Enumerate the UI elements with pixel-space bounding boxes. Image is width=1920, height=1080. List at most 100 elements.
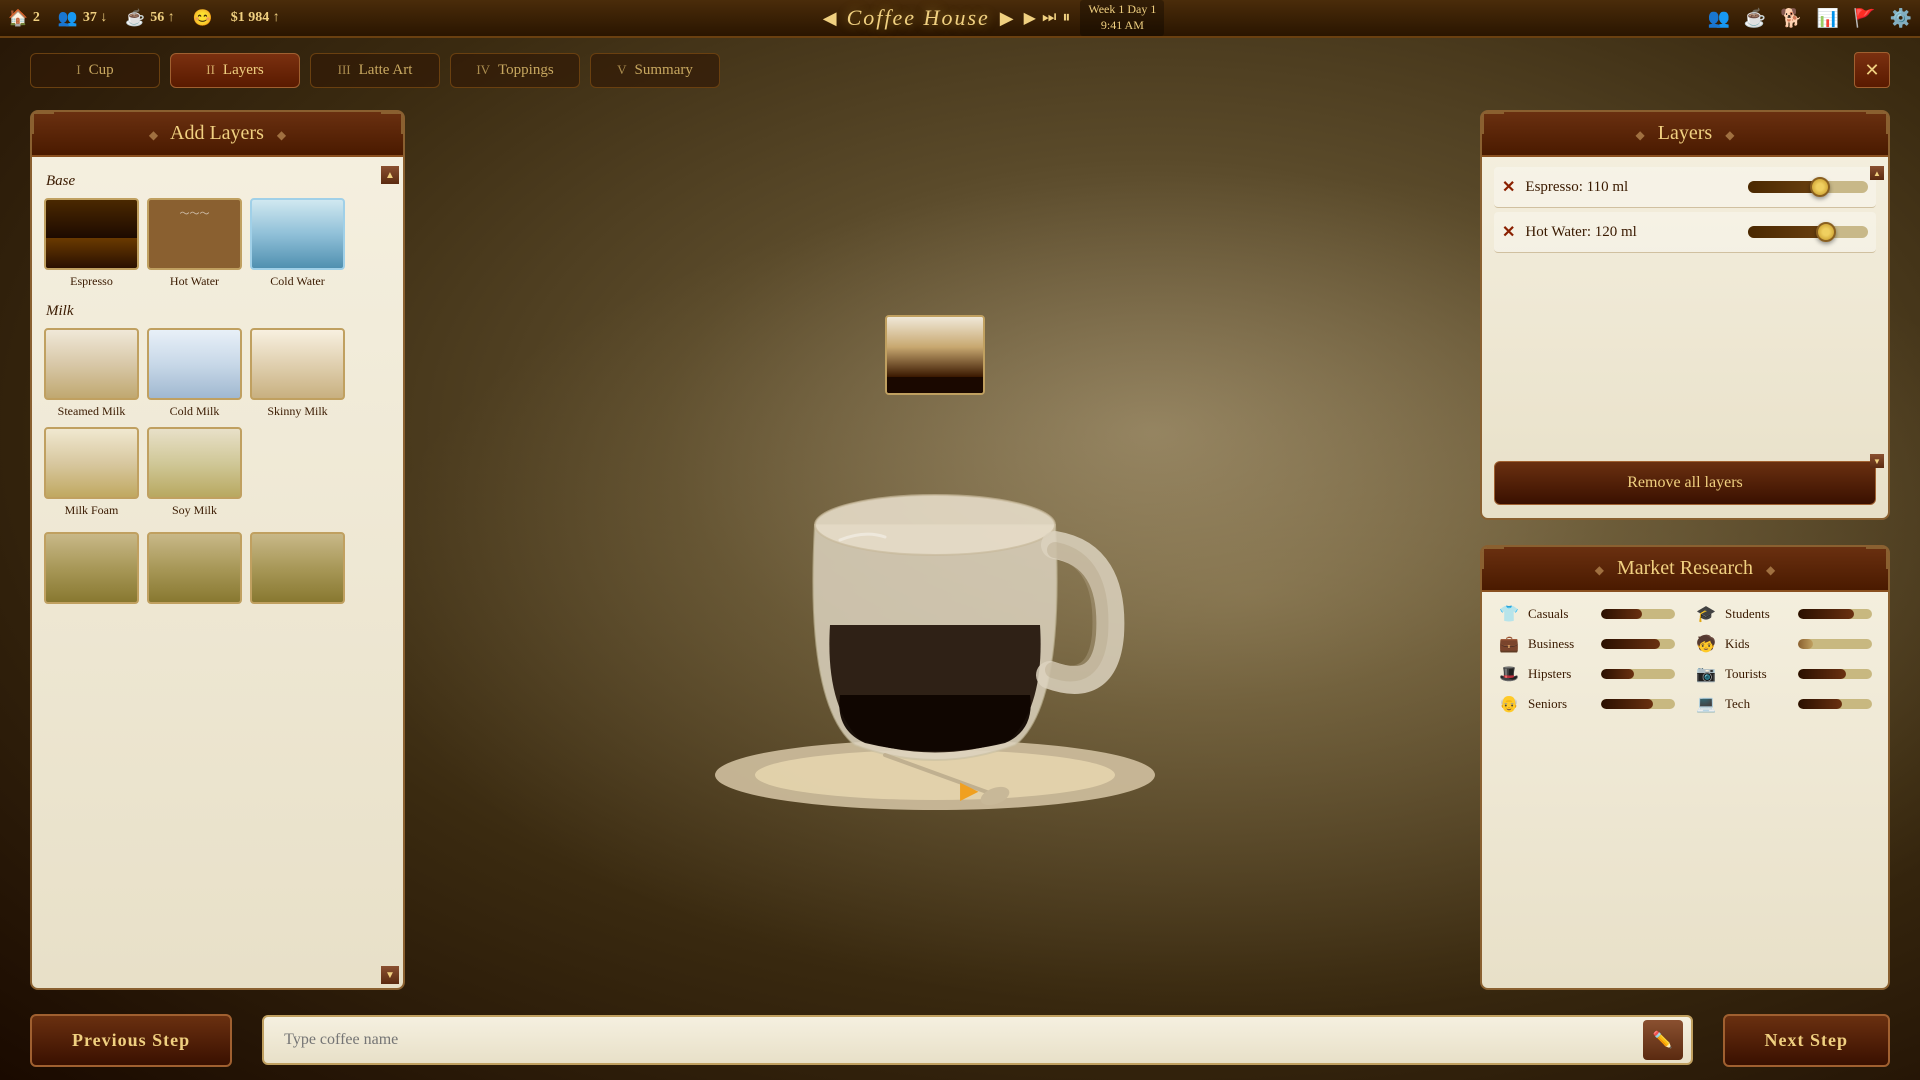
tab-summary-label: Summary [635,62,693,79]
topbar: 🏠 2 👥 37 ↓ ☕ 56 ↑ 😊 $1 984 ↑ ◀ Coffee Ho… [0,0,1920,38]
tab-summary[interactable]: V Summary [590,53,720,88]
layers-scroll-up[interactable]: ▲ [1870,166,1884,180]
coffee-stat-icon: ☕ [125,8,145,28]
settings-icon[interactable]: ⚙️ [1890,8,1912,29]
clock-label: 9:41 AM [1088,18,1156,34]
pets-icon[interactable]: 🐕 [1780,8,1802,29]
market-research-panel: Market Research 👕 Casuals 🎓 Students 💼 B… [1480,545,1890,990]
layer-item-cold-water[interactable]: Cold Water [250,198,345,289]
topbar-center: ◀ Coffee House ▶ ▶ ⏭ ⏸ Week 1 Day 1 9:41… [280,0,1708,35]
tech-label: Tech [1725,696,1790,712]
layer-item-more-2[interactable] [147,532,242,604]
edit-name-button[interactable]: ✏️ [1643,1020,1683,1060]
coffee-menu-icon[interactable]: ☕ [1744,8,1766,29]
scroll-up-button[interactable]: ▲ [381,166,399,184]
tech-icon: 💻 [1695,694,1717,714]
remove-espresso-button[interactable]: ✕ [1502,177,1515,197]
scroll-down-button[interactable]: ▼ [381,966,399,984]
stat-people: 👥 37 ↓ [58,8,107,28]
business-bar-track [1601,639,1675,649]
tourists-label: Tourists [1725,666,1790,682]
market-row-tech: 💻 Tech [1695,694,1872,714]
layer-item-milk-foam[interactable]: Milk Foam [44,427,139,518]
next-step-button[interactable]: Next Step [1723,1014,1891,1067]
layer-item-cold-milk[interactable]: Cold Milk [147,328,242,419]
tab-cup[interactable]: I Cup [30,53,160,88]
layer-item-more-3[interactable] [250,532,345,604]
tab-layers[interactable]: II Layers [170,53,300,88]
students-bar-track [1798,609,1872,619]
soy-milk-label: Soy Milk [147,503,242,518]
stat-money: $1 984 ↑ [231,10,280,26]
cold-water-thumbnail [250,198,345,270]
tab-latte-num: III [338,62,351,78]
play-button[interactable]: ▶ [1024,8,1036,28]
remove-hot-water-button[interactable]: ✕ [1502,222,1515,242]
hipsters-bar [1601,669,1634,679]
business-icon: 💼 [1498,634,1520,654]
espresso-slider[interactable] [1748,181,1868,193]
business-bar [1601,639,1660,649]
stat-mood: 😊 [193,8,213,28]
more-2-thumbnail [147,532,242,604]
layer-item-soy-milk[interactable]: Soy Milk [147,427,242,518]
layer-item-more-1[interactable] [44,532,139,604]
customers-icon[interactable]: 👥 [1707,8,1729,29]
kids-bar [1798,639,1813,649]
hot-water-slider-thumb [1816,222,1836,242]
layer-item-espresso[interactable]: Espresso [44,198,139,289]
layer-item-skinny-milk[interactable]: Skinny Milk [250,328,345,419]
market-row-casuals: 👕 Casuals [1498,604,1675,624]
seniors-label: Seniors [1528,696,1593,712]
layers-panel-header: Layers [1482,112,1888,157]
espresso-thumbnail [44,198,139,270]
tab-cup-num: I [76,62,80,78]
remove-all-layers-button[interactable]: Remove all layers [1494,461,1876,505]
hot-water-slider[interactable] [1748,226,1868,238]
layers-scroll-content[interactable]: Base Espresso Hot Water Cold Water Milk … [32,157,403,983]
add-layers-title: Add Layers [170,122,264,144]
market-research-header: Market Research [1482,547,1888,592]
casuals-bar [1601,609,1642,619]
layers-scrollbar: ▲ ▼ [1870,166,1884,468]
previous-step-button[interactable]: Previous Step [30,1014,232,1067]
market-content: 👕 Casuals 🎓 Students 💼 Business 🧒 Kids [1482,592,1888,726]
espresso-label: Espresso [44,274,139,289]
layer-item-steamed-milk[interactable]: Steamed Milk [44,328,139,419]
cold-milk-label: Cold Milk [147,404,242,419]
coffee-name-input[interactable] [262,1015,1692,1065]
tab-toppings[interactable]: IV Toppings [450,53,580,88]
cup-area: ▶ [400,100,1470,1000]
milk-foam-label: Milk Foam [44,503,139,518]
flag-icon[interactable]: 🚩 [1853,8,1875,29]
tab-latte-label: Latte Art [359,62,413,79]
tech-bar-track [1798,699,1872,709]
base-items-grid: Espresso Hot Water Cold Water [44,198,391,289]
tab-latte-art[interactable]: III Latte Art [310,53,440,88]
add-layers-header: Add Layers [32,112,403,157]
close-button[interactable]: ✕ [1854,52,1890,88]
prev-nav-arrow[interactable]: ◀ [823,8,837,29]
skinny-milk-label: Skinny Milk [250,404,345,419]
seniors-icon: 👴 [1498,694,1520,714]
cup-container: ▶ [685,275,1185,825]
pause-button[interactable]: ⏸ [1062,9,1070,27]
layers-panel-title: Layers [1658,122,1712,144]
layers-panel: Layers ✕ Espresso: 110 ml ✕ Hot Water: 1… [1480,110,1890,520]
tech-bar [1798,699,1842,709]
stat-people-value: 37 ↓ [83,10,108,26]
add-layers-panel: Add Layers ▲ Base Espresso Hot Water Col… [30,110,405,990]
tab-cup-label: Cup [89,62,114,79]
next-nav-arrow[interactable]: ▶ [1000,8,1014,29]
coffee-name-container: ✏️ [262,1015,1692,1065]
layer-item-hot-water[interactable]: Hot Water [147,198,242,289]
skinny-milk-thumbnail [250,328,345,400]
fast-forward-button[interactable]: ⏭ [1042,9,1056,27]
layers-list: ✕ Espresso: 110 ml ✕ Hot Water: 120 ml [1482,157,1888,453]
business-label: Business [1528,636,1593,652]
layers-scroll-down[interactable]: ▼ [1870,454,1884,468]
kids-bar-track [1798,639,1872,649]
week-label: Week 1 Day 1 [1088,2,1156,18]
chart-icon[interactable]: 📊 [1817,8,1839,29]
casuals-label: Casuals [1528,606,1593,622]
